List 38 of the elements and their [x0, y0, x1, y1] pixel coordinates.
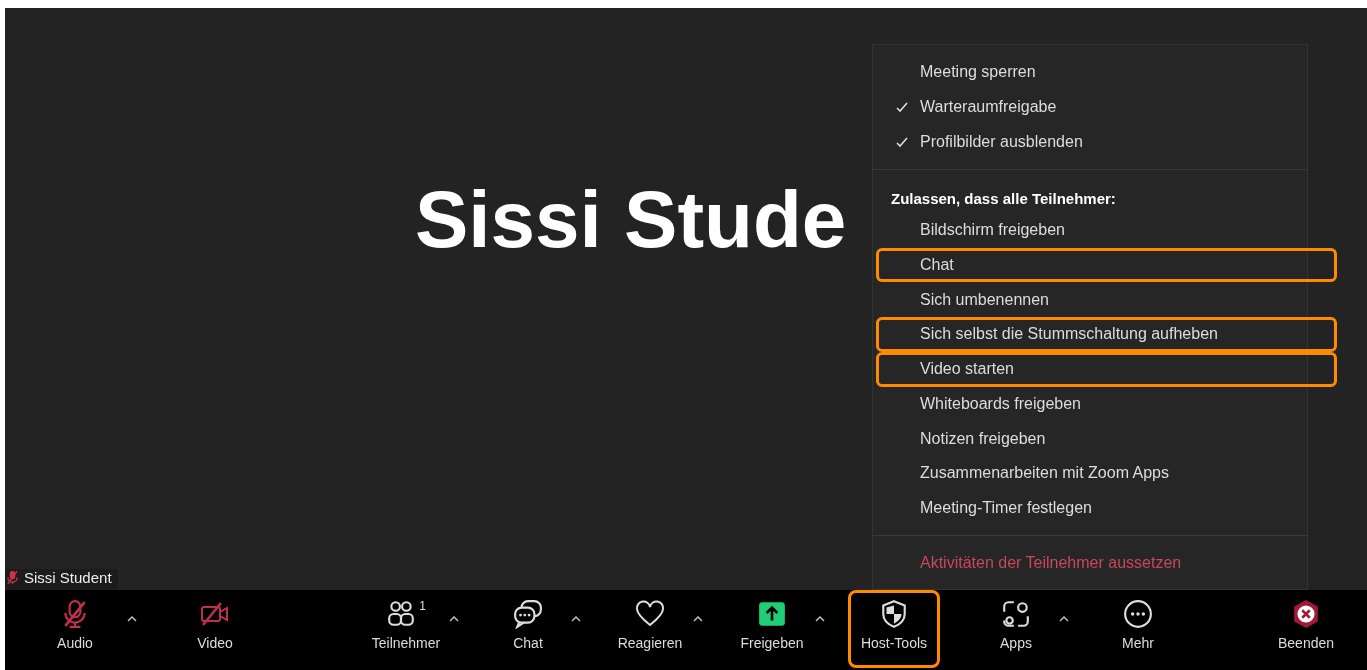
participant-name: Sissi Stude [415, 180, 847, 260]
caret-icon[interactable] [693, 616, 703, 622]
caret-icon[interactable] [1059, 616, 1069, 622]
toolbar-button[interactable]: Audio [44, 590, 106, 668]
menu-item[interactable]: Whiteboards freigeben [920, 394, 1081, 413]
menu-item[interactable]: Meeting-Timer festlegen [920, 498, 1092, 517]
menu-item[interactable]: Bildschirm freigeben [920, 221, 1065, 240]
menu-item[interactable]: Sich selbst die Stummschaltung aufheben [920, 325, 1218, 344]
menu-item[interactable]: Meeting sperren [920, 63, 1036, 82]
caret-icon[interactable] [571, 616, 581, 622]
menu-heading: Zulassen, dass alle Teilnehmer: [890, 189, 1117, 210]
toolbar-button[interactable]: Apps [987, 590, 1045, 668]
caret-icon[interactable] [815, 616, 825, 622]
participant-count: 1 [419, 599, 426, 613]
toolbar-button[interactable]: Freigeben [727, 590, 817, 668]
more-icon [1123, 599, 1153, 629]
menu-item[interactable]: Zusammenarbeiten mit Zoom Apps [920, 464, 1169, 483]
toolbar-button[interactable]: Video [184, 590, 246, 668]
share-screen-icon [757, 599, 787, 629]
apps-icon [1001, 599, 1031, 629]
menu-item[interactable]: Sich umbenennen [920, 290, 1049, 309]
menu-item[interactable]: Video starten [920, 360, 1014, 379]
caret-icon[interactable] [127, 616, 137, 622]
toolbar-button[interactable]: Reagieren [604, 590, 696, 668]
menu-item[interactable]: Warteraumfreigabe [920, 98, 1057, 117]
heart-icon [635, 599, 665, 629]
close-icon [1291, 599, 1321, 629]
menu-item[interactable]: Chat [920, 256, 954, 275]
toolbar-button[interactable]: Beenden [1264, 590, 1348, 668]
people-icon [386, 599, 417, 629]
toolbar-button[interactable]: Host-Tools [847, 590, 941, 668]
chat-icon [513, 599, 543, 629]
toolbar-button[interactable]: Chat [500, 590, 556, 668]
menu-item[interactable]: Profilbilder ausblenden [920, 132, 1083, 151]
toolbar-button[interactable]: Mehr [1109, 590, 1167, 668]
shield-icon [879, 599, 909, 629]
caret-icon[interactable] [449, 616, 459, 622]
menu-item[interactable]: Notizen freigeben [920, 429, 1046, 448]
